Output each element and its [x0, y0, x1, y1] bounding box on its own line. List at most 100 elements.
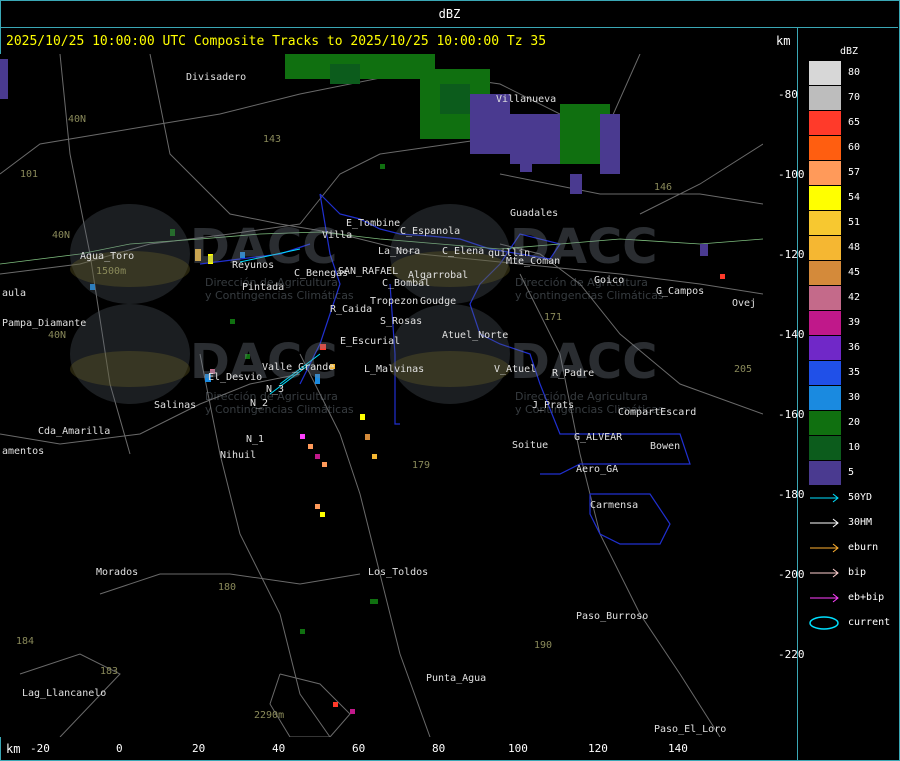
y-tick-label: -220: [778, 648, 805, 661]
place-label: C_Bombal: [382, 278, 431, 289]
place-label: Villanueva: [496, 94, 557, 105]
legend-swatch: [809, 236, 841, 260]
road-label: 184: [16, 636, 35, 647]
road-label: 143: [263, 134, 282, 145]
place-label: C_Elena: [442, 246, 485, 257]
place-label: V_Atuel: [494, 364, 537, 375]
place-label: Paso_El_Loro: [654, 724, 727, 735]
road-label: 2290m: [254, 710, 285, 721]
legend-swatch: [809, 386, 841, 410]
place-label: Salinas: [154, 400, 197, 411]
place-label: Cda_Amarilla: [38, 426, 111, 437]
place-label: Divisadero: [186, 72, 247, 83]
place-label: N_1: [246, 434, 265, 445]
x-tick-label: 120: [588, 742, 608, 755]
legend-level-label: 65: [848, 117, 861, 128]
ellipse-icon: [809, 616, 839, 630]
legend-swatch: [809, 261, 841, 285]
km-label-top: km: [776, 34, 791, 48]
place-label: Aero_GA: [576, 464, 619, 475]
legend-level-label: 70: [848, 92, 861, 103]
legend-swatch: [809, 361, 841, 385]
road-label: 180: [218, 582, 237, 593]
place-label: Punta_Agua: [426, 673, 487, 684]
y-tick-label: -120: [778, 248, 805, 261]
legend-level-label: 36: [848, 342, 861, 353]
legend-swatch: [809, 311, 841, 335]
place-label: Valle_Grande: [262, 362, 335, 373]
legend-level-label: 42: [848, 292, 861, 303]
arrow-right-icon: [810, 593, 839, 603]
arrow-right-icon: [810, 493, 839, 503]
y-tick-label: -160: [778, 408, 805, 421]
place-label: Atuel_Norte: [442, 330, 509, 341]
legend-level-label: 60: [848, 142, 861, 153]
legend-title: dBZ: [840, 46, 859, 57]
place-label: La_Nora: [378, 246, 421, 257]
place-label: Lag_Llancanelo: [22, 688, 107, 699]
place-label: Goico: [594, 275, 625, 286]
place-label: E_Escurial: [340, 336, 401, 347]
legend-level-label: 5: [848, 467, 855, 478]
legend-swatch: [809, 436, 841, 460]
place-label: Morados: [96, 567, 139, 578]
place-label: J_Prats: [532, 400, 575, 411]
place-label: Carmensa: [590, 500, 639, 511]
place-label: SAN_RAFAEL: [338, 266, 399, 277]
km-label-bottom: km: [6, 742, 21, 756]
x-tick-label: 20: [192, 742, 206, 755]
place-label: Villa: [322, 230, 353, 241]
legend-level-label: 35: [848, 367, 861, 378]
legend-track-label: current: [848, 617, 891, 628]
legend-swatch: [809, 61, 841, 85]
legend-swatch: [809, 336, 841, 360]
legend-level-label: 20: [848, 417, 861, 428]
x-tick-label: 0: [116, 742, 123, 755]
place-label: G_ALVEAR: [574, 432, 623, 443]
legend-track-label: 50YD: [848, 492, 873, 503]
legend-swatch: [809, 286, 841, 310]
x-tick-label: 140: [668, 742, 688, 755]
watermark-subtitle: Dirección de Agricultura y Contingencias …: [515, 276, 664, 302]
legend-swatch: [809, 161, 841, 185]
legend-level-label: 54: [848, 192, 861, 203]
road-label: 40N: [52, 230, 71, 241]
legend-level-label: 10: [848, 442, 861, 453]
radar-echoes-north: [285, 54, 620, 194]
place-label: Ovej: [732, 298, 757, 309]
legend-swatch: [809, 111, 841, 135]
y-tick-label: -80: [778, 88, 798, 101]
place-label: Agua_Toro: [80, 251, 135, 262]
place-label: Soitue: [512, 440, 549, 451]
road-label: 1500m: [96, 266, 127, 277]
y-tick-label: -180: [778, 488, 805, 501]
place-label: Nihuil: [220, 450, 257, 461]
road-label: 40N: [68, 114, 87, 125]
x-tick-label: -20: [30, 742, 50, 755]
place-label: Los_Toldos: [368, 567, 429, 578]
radar-map[interactable]: DACC DACC DACC DACC Dirección de Agricul…: [0, 54, 763, 737]
place-label: El_Desvio: [208, 372, 263, 383]
x-tick-label: 60: [352, 742, 366, 755]
road-label: 146: [654, 182, 673, 193]
place-label: Reyunos: [232, 260, 275, 271]
place-label: Mte_Coman: [506, 256, 561, 267]
legend-level-label: 48: [848, 242, 861, 253]
header-timestamp: 2025/10/25 10:00:00 UTC Composite Tracks…: [6, 34, 547, 49]
place-label: Pintada: [242, 282, 285, 293]
place-label: Paso_Burroso: [576, 611, 649, 622]
legend-swatch: [809, 411, 841, 435]
arrow-right-icon: [810, 568, 839, 578]
legend-level-label: 51: [848, 217, 861, 228]
place-label: Tropezon: [370, 296, 419, 307]
place-label: L_Malvinas: [364, 364, 425, 375]
road-label: 183: [100, 666, 119, 677]
place-label: amentos: [2, 446, 45, 457]
place-label: Pampa_Diamante: [2, 318, 87, 329]
place-label: Guadales: [510, 208, 559, 219]
x-tick-label: 100: [508, 742, 528, 755]
road-label: 205: [734, 364, 753, 375]
place-label: R_Caida: [330, 304, 373, 315]
road-label: 40N: [48, 330, 67, 341]
legend-swatch: [809, 186, 841, 210]
